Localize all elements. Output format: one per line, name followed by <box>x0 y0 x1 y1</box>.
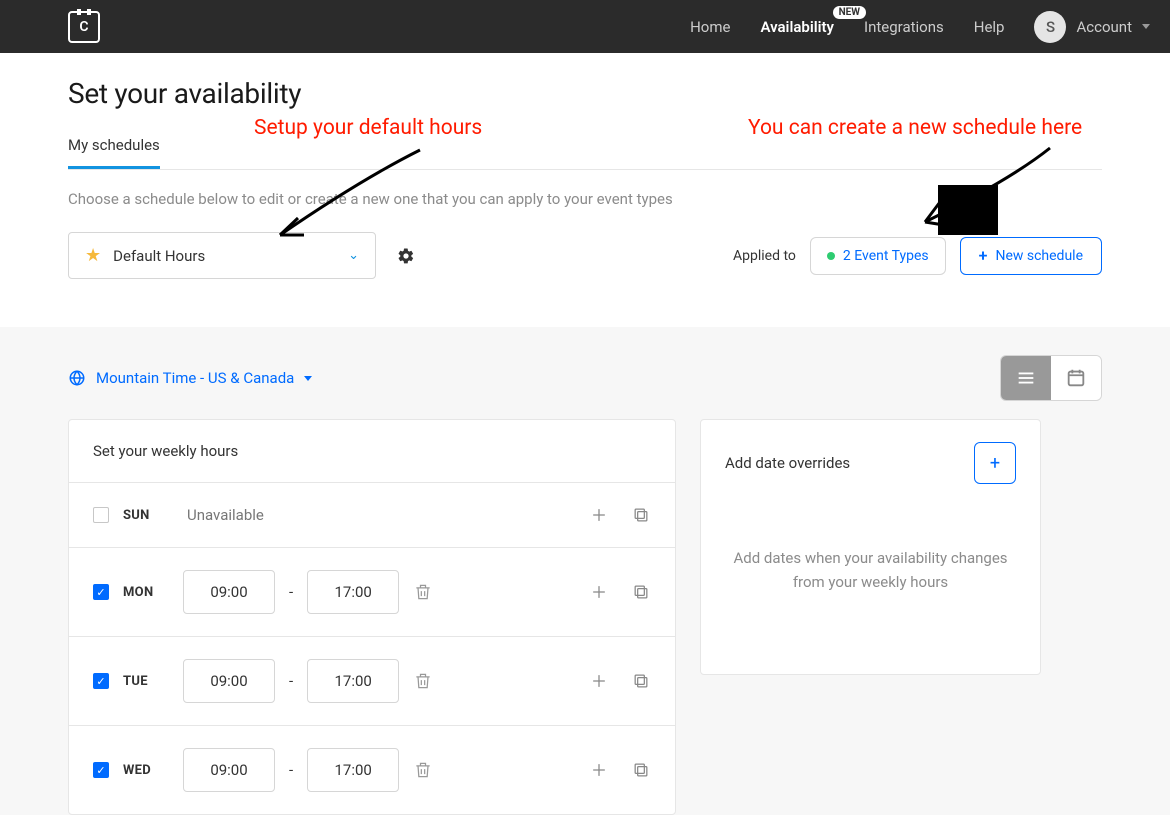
timezone-row: Mountain Time - US & Canada <box>68 355 1102 401</box>
avatar: S <box>1034 11 1066 43</box>
nav-help[interactable]: Help <box>974 18 1005 36</box>
day-checkbox-wed[interactable] <box>93 762 109 778</box>
event-types-count: 2 Event Types <box>843 248 929 264</box>
new-schedule-button[interactable]: + New schedule <box>960 237 1102 275</box>
end-time-mon[interactable]: 17:00 <box>307 570 399 614</box>
overrides-title: Add date overrides <box>725 454 850 472</box>
day-checkbox-mon[interactable] <box>93 584 109 600</box>
day-sun-unavailable: Unavailable <box>187 506 264 524</box>
globe-icon <box>68 369 86 387</box>
weekly-hours-panel: Set your weekly hours SUN Unavailable MO… <box>68 419 676 815</box>
view-calendar-button[interactable] <box>1051 356 1101 400</box>
applied-to-group: Applied to 2 Event Types + New schedule <box>733 237 1102 275</box>
nav-home[interactable]: Home <box>690 18 730 36</box>
day-row-actions <box>589 582 651 602</box>
main-nav: Home Availability NEW Integrations Help … <box>690 11 1150 43</box>
nav-availability-badge: NEW <box>833 6 866 19</box>
redaction-box <box>938 185 998 235</box>
account-label: Account <box>1076 18 1132 36</box>
chevron-down-icon <box>1142 24 1150 29</box>
end-time-tue[interactable]: 17:00 <box>307 659 399 703</box>
copy-times-button[interactable] <box>631 671 651 691</box>
start-time-mon[interactable]: 09:00 <box>183 570 275 614</box>
page-header-area: Set your availability My schedules Choos… <box>0 53 1170 303</box>
start-time-wed[interactable]: 09:00 <box>183 748 275 792</box>
day-row-wed: WED 09:00 - 17:00 <box>69 725 675 814</box>
day-row-actions <box>589 505 651 525</box>
date-overrides-panel: Add date overrides + Add dates when your… <box>700 419 1041 675</box>
status-dot-icon <box>827 252 835 260</box>
nav-availability-label: Availability <box>760 18 834 36</box>
day-label-mon: MON <box>123 585 169 600</box>
topbar: C Home Availability NEW Integrations Hel… <box>0 0 1170 53</box>
tab-my-schedules[interactable]: My schedules <box>68 130 160 169</box>
timezone-label: Mountain Time - US & Canada <box>96 369 294 387</box>
day-row-sun: SUN Unavailable <box>69 482 675 547</box>
overrides-header: Add date overrides + <box>701 420 1040 506</box>
delete-interval-wed[interactable] <box>413 760 433 780</box>
delete-interval-tue[interactable] <box>413 671 433 691</box>
day-checkbox-tue[interactable] <box>93 673 109 689</box>
time-dash: - <box>289 583 293 601</box>
calendar-icon <box>1065 367 1087 389</box>
start-time-tue[interactable]: 09:00 <box>183 659 275 703</box>
applied-to-label: Applied to <box>733 248 796 264</box>
tab-bar: My schedules <box>68 130 1102 170</box>
star-icon: ★ <box>85 245 101 266</box>
gear-icon <box>397 247 415 265</box>
end-time-wed[interactable]: 17:00 <box>307 748 399 792</box>
add-override-button[interactable]: + <box>974 442 1016 484</box>
weekly-hours-title: Set your weekly hours <box>69 420 675 482</box>
nav-integrations[interactable]: Integrations <box>864 18 944 36</box>
schedule-workarea: Mountain Time - US & Canada Set your wee… <box>0 327 1170 815</box>
overrides-empty-text: Add dates when your availability changes… <box>701 506 1040 674</box>
day-checkbox-sun[interactable] <box>93 507 109 523</box>
add-interval-button[interactable] <box>589 582 609 602</box>
add-interval-button[interactable] <box>589 671 609 691</box>
schedule-selector[interactable]: ★ Default Hours ⌄ <box>68 232 376 279</box>
app-logo[interactable]: C <box>68 11 100 43</box>
copy-times-button[interactable] <box>631 505 651 525</box>
new-schedule-label: New schedule <box>995 248 1083 264</box>
day-label-sun: SUN <box>123 508 169 523</box>
schedule-selector-label: Default Hours <box>113 247 336 265</box>
day-row-actions <box>589 671 651 691</box>
schedule-controls: ★ Default Hours ⌄ Applied to 2 Event Typ… <box>68 232 1102 279</box>
copy-times-button[interactable] <box>631 760 651 780</box>
day-row-mon: MON 09:00 - 17:00 <box>69 547 675 636</box>
schedule-settings-button[interactable] <box>396 246 416 266</box>
day-row-actions <box>589 760 651 780</box>
nav-availability[interactable]: Availability NEW <box>760 18 834 36</box>
account-menu[interactable]: S Account <box>1034 11 1150 43</box>
list-icon <box>1015 367 1037 389</box>
event-types-button[interactable]: 2 Event Types <box>810 237 946 275</box>
logo-letter: C <box>79 19 88 35</box>
plus-icon: + <box>979 248 988 264</box>
panels: Set your weekly hours SUN Unavailable MO… <box>68 419 1102 815</box>
day-label-tue: TUE <box>123 674 169 689</box>
day-label-wed: WED <box>123 763 169 778</box>
time-dash: - <box>289 672 293 690</box>
plus-icon: + <box>990 453 1000 474</box>
view-list-button[interactable] <box>1001 356 1051 400</box>
chevron-down-icon: ⌄ <box>348 248 359 263</box>
add-interval-button[interactable] <box>589 760 609 780</box>
view-toggle <box>1000 355 1102 401</box>
chevron-down-icon <box>304 376 312 381</box>
add-interval-button[interactable] <box>589 505 609 525</box>
day-row-tue: TUE 09:00 - 17:00 <box>69 636 675 725</box>
page-title: Set your availability <box>68 77 1102 110</box>
time-dash: - <box>289 761 293 779</box>
timezone-selector[interactable]: Mountain Time - US & Canada <box>68 369 312 387</box>
copy-times-button[interactable] <box>631 582 651 602</box>
delete-interval-mon[interactable] <box>413 582 433 602</box>
